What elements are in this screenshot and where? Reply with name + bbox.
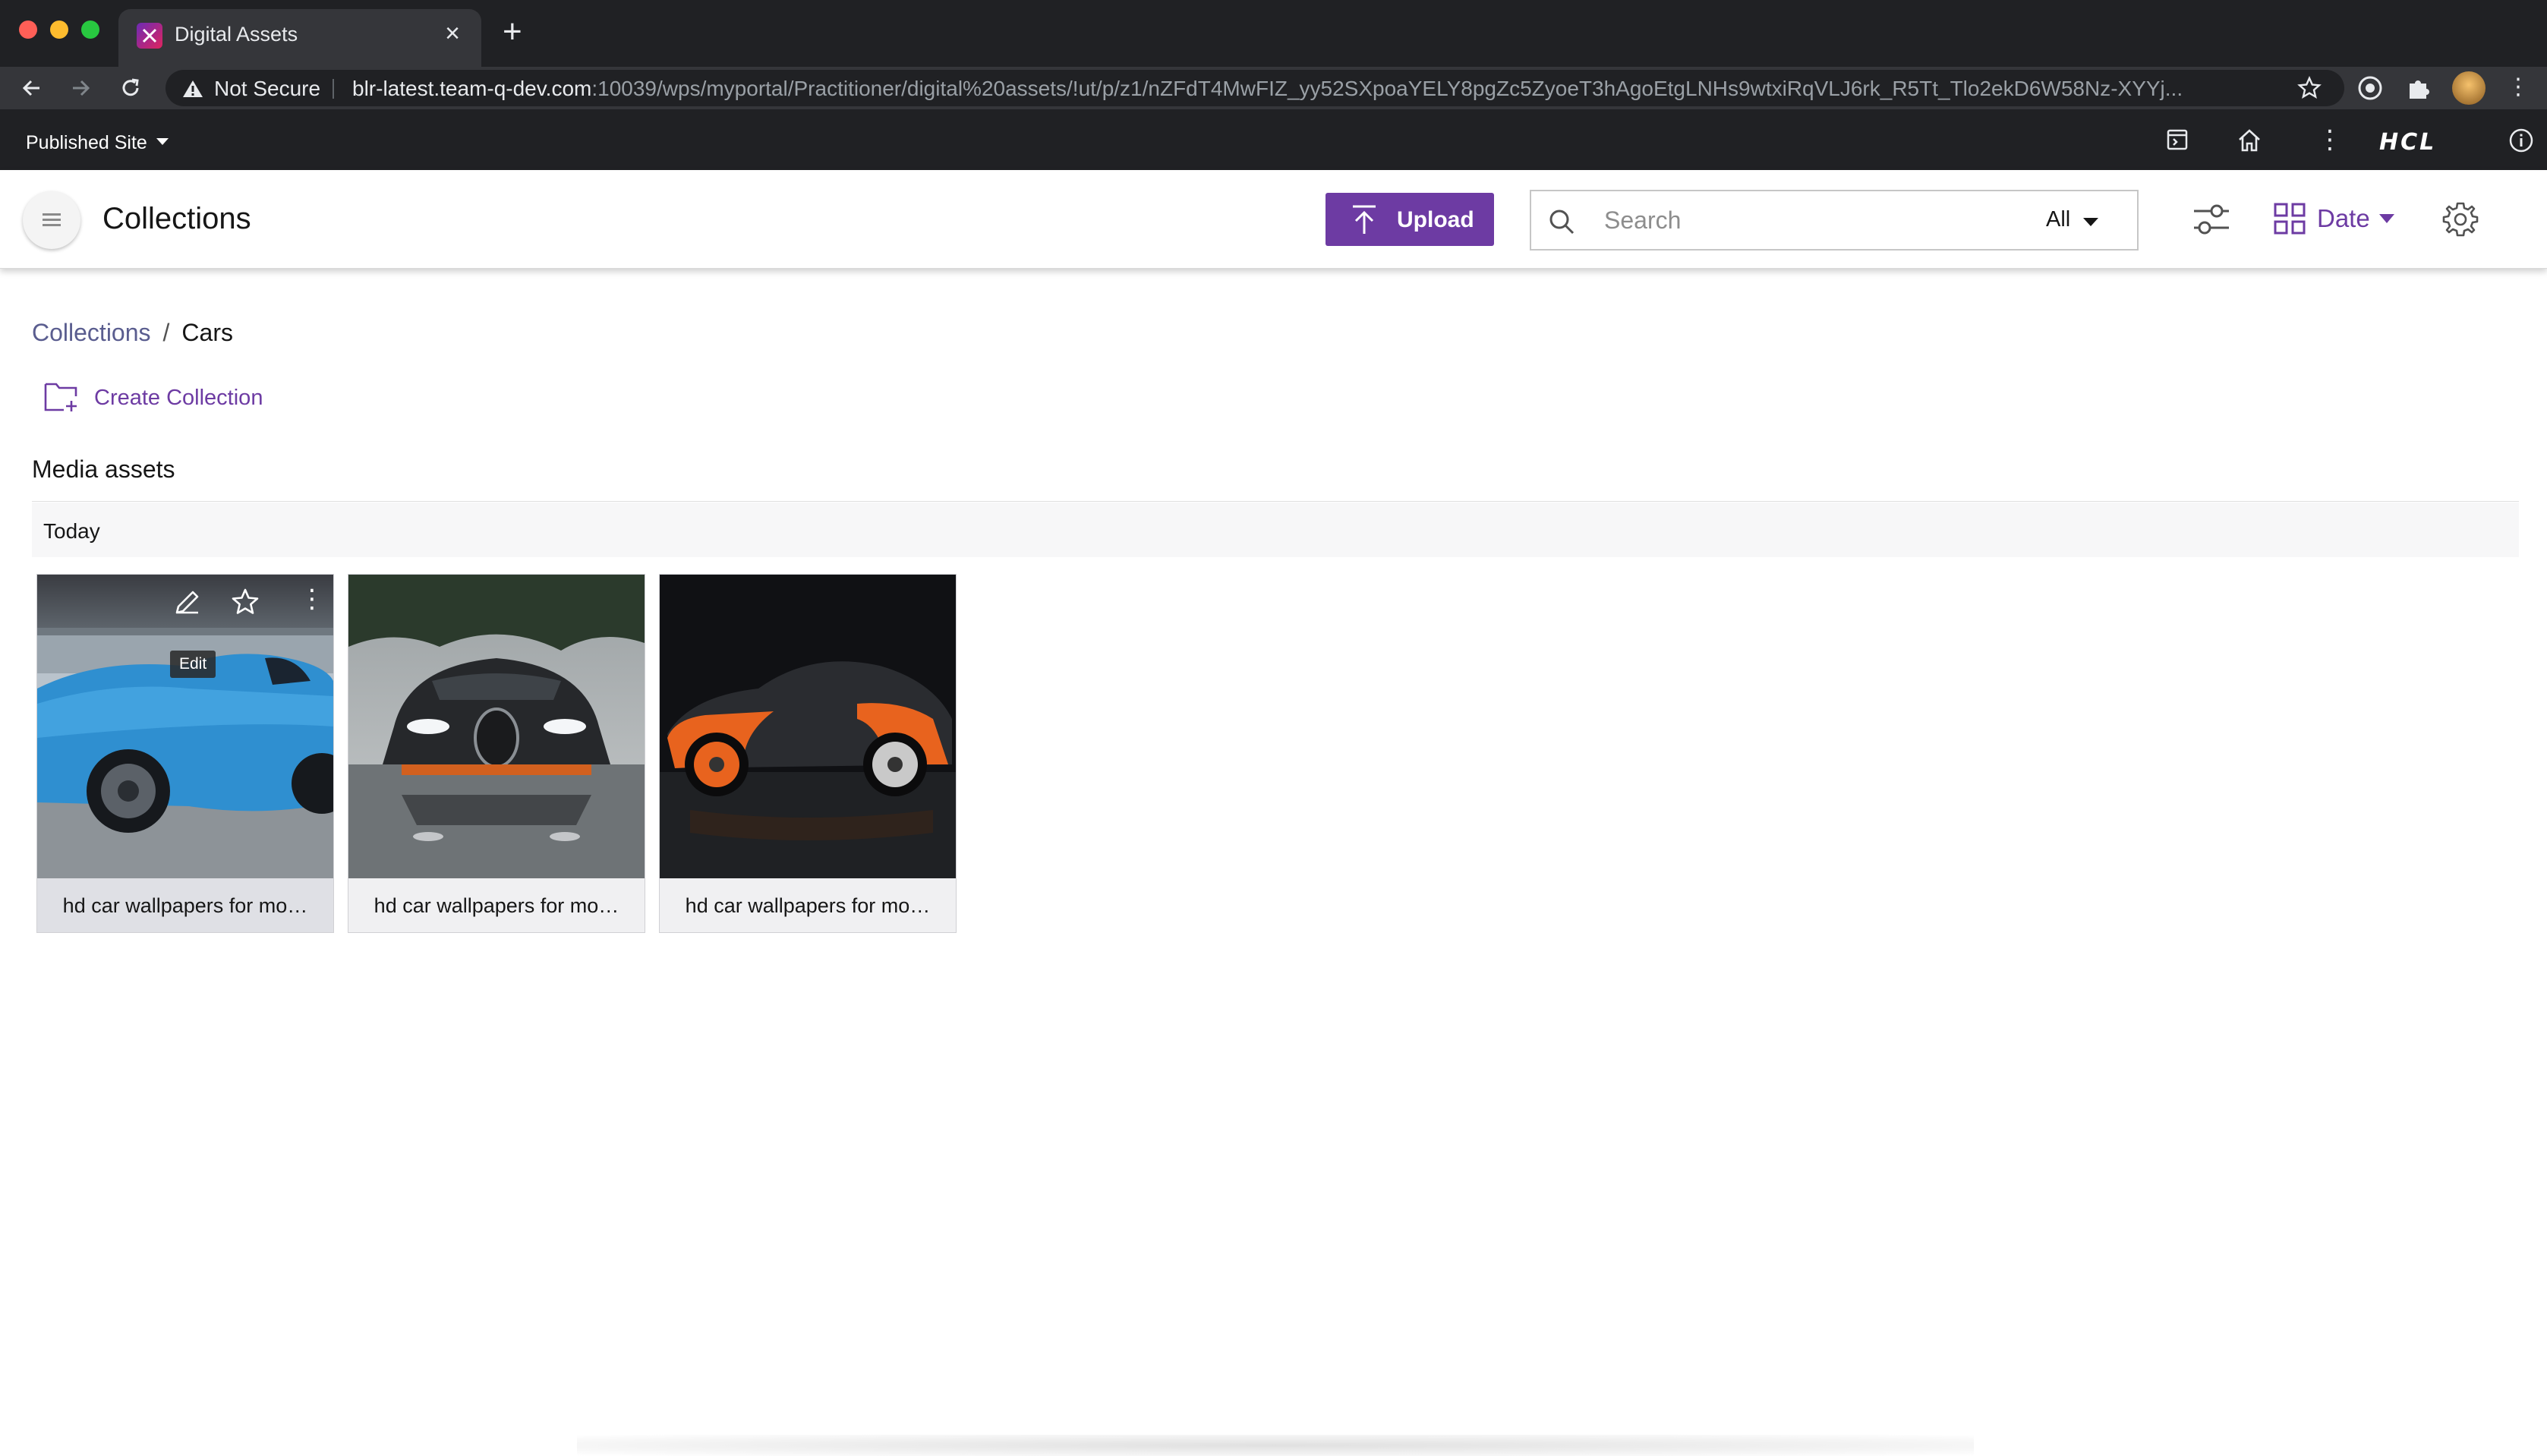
asset-card[interactable]: hd car wallpapers for mo…	[659, 574, 957, 933]
asset-caption: hd car wallpapers for mo…	[62, 894, 308, 917]
gear-icon[interactable]	[2441, 200, 2479, 238]
filter-sliders-icon[interactable]	[2191, 200, 2232, 238]
asset-thumbnail-side-supercar[interactable]	[660, 575, 956, 878]
upload-arrow-icon	[1353, 205, 1376, 234]
more-options-icon[interactable]: ⋮	[2317, 124, 2343, 155]
search-box: All	[1530, 190, 2139, 251]
url-path: :10039/wps/myportal/Practitioner/digital…	[591, 77, 2183, 100]
url-host: blr-latest.team-q-dev.com	[352, 77, 592, 100]
breadcrumb-separator: /	[162, 319, 170, 346]
grid-view-icon[interactable]	[2273, 202, 2306, 235]
address-bar-divider	[333, 79, 334, 99]
extensions-puzzle-icon[interactable]	[2405, 74, 2432, 102]
search-input[interactable]	[1604, 202, 2029, 238]
breadcrumb-current: Cars	[181, 319, 233, 346]
hcl-logo: HCL	[2379, 129, 2437, 156]
url-text[interactable]: blr-latest.team-q-dev.com:10039/wps/mypo…	[352, 77, 2265, 101]
info-icon[interactable]	[2508, 128, 2534, 153]
edit-tooltip: Edit	[170, 651, 216, 678]
chevron-down-icon[interactable]	[156, 138, 169, 145]
browser-tab-bar: Digital Assets × +	[0, 0, 2547, 67]
browser-toolbar: Not Secure blr-latest.team-q-dev.com:100…	[0, 67, 2547, 109]
new-tab-plus-icon[interactable]: +	[503, 15, 522, 49]
upload-button[interactable]: Upload	[1326, 193, 1494, 246]
bottom-panel-shadow	[577, 1435, 1974, 1456]
create-collection-label: Create Collection	[94, 386, 263, 410]
hamburger-menu-button[interactable]	[23, 191, 80, 249]
browser-tab-active[interactable]: Digital Assets ×	[118, 9, 481, 67]
chevron-down-icon[interactable]	[2379, 214, 2394, 223]
site-selector[interactable]: Published Site	[26, 132, 147, 154]
bookmark-star-icon[interactable]	[2297, 76, 2322, 100]
breadcrumb-link-collections[interactable]: Collections	[32, 319, 151, 346]
asset-caption: hd car wallpapers for mo…	[685, 894, 931, 917]
asset-card[interactable]: hd car wallpapers for mo…	[348, 574, 645, 933]
profile-avatar[interactable]	[2452, 71, 2486, 105]
section-title-media-assets: Media assets	[32, 455, 175, 483]
card-overflow-menu-icon[interactable]: ⋮	[299, 585, 325, 613]
sort-by-dropdown[interactable]: Date	[2317, 204, 2370, 233]
asset-thumbnail-front-supercar[interactable]	[348, 575, 645, 878]
section-divider	[32, 501, 2519, 502]
app-header: Collections Upload All Date	[0, 170, 2547, 269]
reload-icon[interactable]	[115, 73, 146, 103]
search-icon	[1549, 210, 1575, 235]
portal-toolbar: Published Site ⋮ HCL	[0, 109, 2547, 170]
asset-caption: hd car wallpapers for mo…	[374, 894, 619, 917]
address-bar[interactable]: Not Secure blr-latest.team-q-dev.com:100…	[165, 70, 2344, 106]
warning-triangle-icon	[183, 80, 203, 97]
search-scope-dropdown[interactable]: All	[2046, 207, 2070, 232]
window-minimize-button[interactable]	[50, 20, 68, 39]
forward-arrow-icon[interactable]	[65, 73, 96, 103]
asset-thumbnail-blue-car[interactable]: ⋮ Edit	[37, 575, 333, 878]
chevron-down-icon[interactable]	[2083, 218, 2098, 226]
window-close-button[interactable]	[19, 20, 37, 39]
asset-card[interactable]: ⋮ Edit hd car wallpapers for mo…	[36, 574, 334, 933]
date-group-label: Today	[43, 519, 100, 543]
upload-label: Upload	[1397, 207, 1474, 232]
page-layout-icon[interactable]	[2165, 128, 2189, 152]
edit-pencil-icon[interactable]	[172, 587, 203, 617]
window-maximize-button[interactable]	[81, 20, 99, 39]
back-arrow-icon[interactable]	[17, 73, 47, 103]
favorite-star-icon[interactable]	[230, 587, 260, 617]
browser-menu-icon[interactable]: ⋮	[2507, 74, 2530, 100]
tab-close-icon[interactable]: ×	[437, 18, 468, 49]
extension-target-icon[interactable]	[2356, 74, 2384, 102]
breadcrumb: Collections / Cars	[32, 319, 233, 347]
date-group-header: Today	[32, 503, 2519, 557]
tab-title: Digital Assets	[175, 23, 298, 46]
security-status-label[interactable]: Not Secure	[214, 77, 320, 101]
folder-add-icon	[44, 383, 77, 411]
page-title: Collections	[102, 202, 251, 235]
home-icon[interactable]	[2237, 128, 2262, 153]
digital-assets-favicon-icon	[137, 23, 162, 49]
card-hover-actions: ⋮	[37, 575, 333, 628]
